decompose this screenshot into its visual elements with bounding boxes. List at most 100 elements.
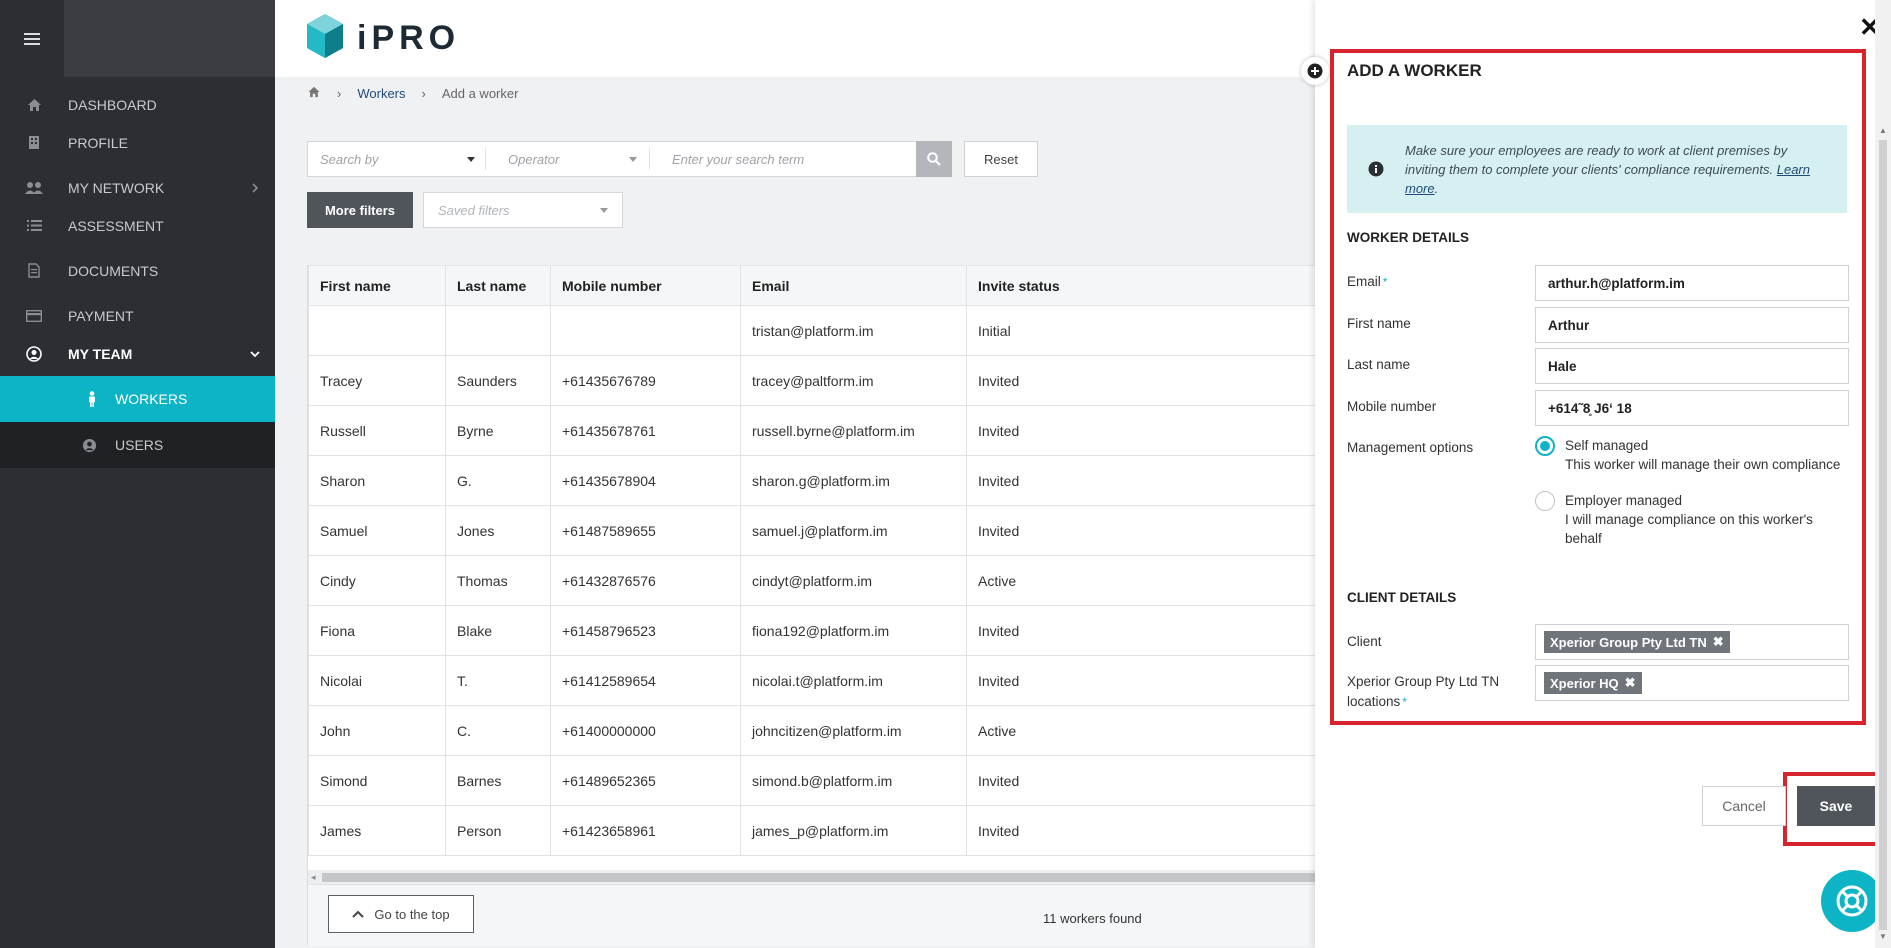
- operator-select[interactable]: Operator: [486, 148, 650, 170]
- saved-filters-value: Saved filters: [438, 202, 510, 218]
- home-icon: [0, 98, 68, 112]
- mobile-field[interactable]: +614˜8̥ J6ʻ 18: [1535, 390, 1849, 426]
- sidebar-item-my-team[interactable]: MY TEAM: [0, 331, 275, 376]
- caret-down-icon: [600, 207, 608, 213]
- table-cell: +61435676789: [550, 355, 741, 406]
- panel-toggle-button[interactable]: [1301, 57, 1329, 85]
- search-by-select[interactable]: Search by: [308, 148, 486, 170]
- email-field[interactable]: arthur.h@platform.im: [1535, 265, 1849, 301]
- sidebar-item-assessment[interactable]: ASSESSMENT: [0, 203, 275, 248]
- table-cell: +61458796523: [550, 605, 741, 656]
- search-input[interactable]: Enter your search term: [650, 152, 916, 167]
- table-row[interactable]: Russell Byrne +61435678761 russell.byrne@pl…: [308, 405, 1317, 456]
- column-header[interactable]: First name: [308, 265, 446, 306]
- table-cell: Invited: [966, 405, 1317, 456]
- table-cell: Blake: [445, 605, 551, 656]
- breadcrumb-workers-link[interactable]: Workers: [357, 86, 405, 101]
- table-header-row: First name Last name Mobile number Email…: [308, 265, 1317, 306]
- table-row[interactable]: John C. +61400000000 johncitizen@platform.i…: [308, 705, 1317, 756]
- sidebar-item-label: PAYMENT: [68, 307, 134, 324]
- column-header[interactable]: Last name: [445, 265, 551, 306]
- sidebar-subitem-users[interactable]: USERS: [0, 422, 275, 468]
- table-row[interactable]: Sharon G. +61435678904 sharon.g@platform.im…: [308, 455, 1317, 506]
- table-row[interactable]: Tracey Saunders +61435676789 tracey@paltfor…: [308, 355, 1317, 406]
- column-header[interactable]: Invite status: [966, 265, 1317, 306]
- location-tag-label: Xperior HQ: [1550, 675, 1619, 691]
- radio-self-managed[interactable]: [1535, 436, 1555, 456]
- table-cell: tracey@paltform.im: [740, 355, 967, 406]
- sidebar-item-profile[interactable]: PROFILE: [0, 120, 275, 165]
- reset-button[interactable]: Reset: [964, 141, 1038, 177]
- more-filters-button[interactable]: More filters: [307, 192, 413, 228]
- option-self-managed[interactable]: Self managed This worker will manage the…: [1535, 436, 1850, 474]
- table-cell: Saunders: [445, 355, 551, 406]
- go-to-top-button[interactable]: Go to the top: [328, 895, 474, 933]
- table-cell: samuel.j@platform.im: [740, 505, 967, 556]
- info-banner: Make sure your employees are ready to wo…: [1347, 125, 1847, 213]
- cancel-button[interactable]: Cancel: [1702, 786, 1786, 826]
- help-button[interactable]: [1821, 870, 1883, 932]
- logo[interactable]: iPRO: [307, 13, 460, 64]
- table-cell: Invited: [966, 755, 1317, 806]
- table-cell: johncitizen@platform.im: [740, 705, 967, 756]
- top-bar: iPRO: [275, 0, 1315, 77]
- email-label-text: Email: [1347, 274, 1381, 289]
- table-cell: [445, 305, 551, 356]
- table-row[interactable]: Nicolai T. +61412589654 nicolai.t@platform.…: [308, 655, 1317, 706]
- table-row[interactable]: Simond Barnes +61489652365 simond.b@platfor…: [308, 755, 1317, 806]
- chevron-down-icon: [235, 350, 275, 358]
- table-cell: [308, 305, 446, 356]
- scrollbar-thumb[interactable]: [1879, 140, 1887, 930]
- table-cell: C.: [445, 705, 551, 756]
- option-employer-managed[interactable]: Employer managed I will manage complianc…: [1535, 491, 1850, 548]
- info-message: Make sure your employees are ready to wo…: [1405, 142, 1788, 177]
- table-cell: Thomas: [445, 555, 551, 606]
- sidebar-item-label: PROFILE: [68, 134, 128, 151]
- remove-tag-icon[interactable]: ✖: [1713, 634, 1724, 650]
- table-row[interactable]: James Person +61423658961 james_p@platform.…: [308, 805, 1317, 856]
- column-header[interactable]: Email: [740, 265, 967, 306]
- locations-label-text: Xperior Group Pty Ltd TN locations: [1347, 674, 1500, 709]
- sidebar-subitem-workers[interactable]: WORKERS: [0, 376, 275, 422]
- scroll-down-arrow-icon[interactable]: ▼: [1879, 932, 1887, 941]
- table-row[interactable]: Cindy Thomas +61432876576 cindyt@platform.i…: [308, 555, 1317, 606]
- table-cell: simond.b@platform.im: [740, 755, 967, 806]
- table-cell: Invited: [966, 655, 1317, 706]
- remove-tag-icon[interactable]: ✖: [1625, 675, 1636, 691]
- option-self-managed-title: Self managed: [1565, 438, 1649, 453]
- table-cell: G.: [445, 455, 551, 506]
- table-cell: Invited: [966, 355, 1317, 406]
- horizontal-scrollbar[interactable]: ◂: [308, 870, 1316, 884]
- logo-icon: [307, 13, 343, 58]
- vertical-scrollbar[interactable]: ▲ ▼: [1875, 0, 1891, 948]
- home-icon[interactable]: [307, 86, 321, 101]
- table-row[interactable]: Samuel Jones +61487589655 samuel.j@platform…: [308, 505, 1317, 556]
- table-cell: Initial: [966, 305, 1317, 356]
- client-select[interactable]: Xperior Group Pty Ltd TN ✖: [1535, 624, 1849, 660]
- save-button[interactable]: Save: [1797, 786, 1875, 826]
- chevron-up-icon: [352, 910, 365, 918]
- scroll-up-arrow-icon[interactable]: ▲: [1879, 126, 1887, 135]
- panel-title: ADD A WORKER: [1347, 61, 1482, 80]
- table-cell: Invited: [966, 455, 1317, 506]
- search-bar: Search by Operator Enter your search ter…: [307, 141, 952, 177]
- column-header[interactable]: Mobile number: [550, 265, 741, 306]
- option-self-managed-desc: This worker will manage their own compli…: [1565, 457, 1841, 472]
- last-name-field[interactable]: Hale: [1535, 348, 1849, 384]
- table-cell: Invited: [966, 805, 1317, 856]
- user-circle-icon: [0, 438, 115, 453]
- sidebar-item-documents[interactable]: DOCUMENTS: [0, 248, 275, 293]
- table-cell: nicolai.t@platform.im: [740, 655, 967, 706]
- saved-filters-select[interactable]: Saved filters: [423, 192, 623, 228]
- menu-toggle[interactable]: [0, 0, 64, 77]
- credit-card-icon: [0, 309, 68, 322]
- scrollbar-thumb[interactable]: [322, 873, 1316, 882]
- table-row[interactable]: Fiona Blake +61458796523 fiona192@platform.…: [308, 605, 1317, 656]
- scroll-left-arrow-icon[interactable]: ◂: [311, 872, 316, 883]
- document-icon: [0, 263, 68, 278]
- search-button[interactable]: [916, 141, 952, 177]
- radio-employer-managed[interactable]: [1535, 491, 1555, 511]
- table-row[interactable]: tristan@platform.im Initial: [308, 305, 1317, 356]
- locations-select[interactable]: Xperior HQ ✖: [1535, 665, 1849, 701]
- first-name-field[interactable]: Arthur: [1535, 307, 1849, 343]
